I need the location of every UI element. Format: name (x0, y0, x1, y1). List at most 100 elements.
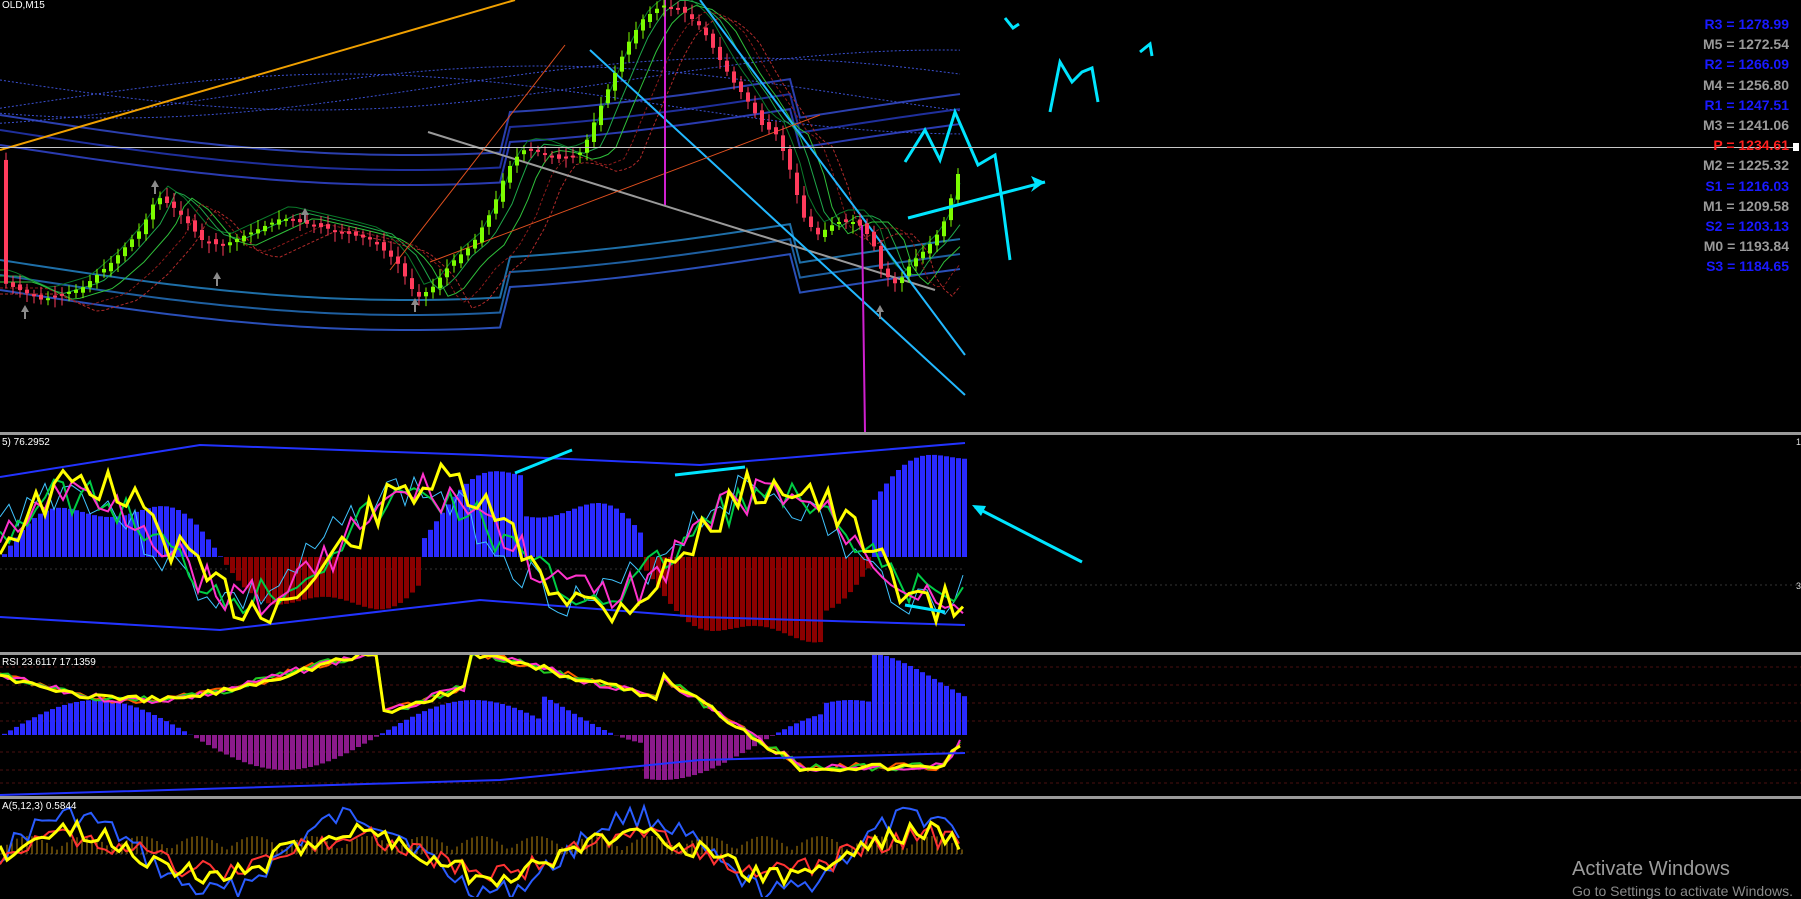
rsi-histogram-bar (122, 704, 127, 735)
rsi-histogram-bar (104, 700, 109, 735)
candle-body (319, 223, 323, 227)
rsi-histogram-bar (896, 661, 901, 735)
candle-body (592, 122, 596, 142)
pane1-histogram-bar (398, 557, 403, 603)
pane1-histogram-bar (890, 476, 895, 557)
pane1-histogram-bar (950, 457, 955, 557)
rsi-histogram-bar (230, 735, 235, 757)
oscillator-pane-1[interactable]: 5) 76.2952 1 3 (0, 435, 1801, 652)
candle-body (249, 232, 253, 234)
pivot-level-12: S3 = 1184.65 (1649, 259, 1789, 274)
oscillator-pane-3[interactable]: A(5,12,3) 0.5844 (0, 799, 1801, 897)
candle-body (711, 34, 715, 48)
candle-body (522, 150, 526, 154)
rsi-histogram-bar (710, 735, 715, 768)
rsi-histogram-bar (404, 720, 409, 735)
rsi-histogram-bar (572, 714, 577, 735)
rsi-histogram-bar (518, 710, 523, 735)
rsi-histogram-bar (914, 669, 919, 735)
candle-body (452, 260, 456, 266)
rsi-pane[interactable]: RSI 23.6117 17.1359 (0, 655, 1801, 796)
pane1-histogram-bar (440, 513, 445, 557)
pane1-histogram-bar (368, 557, 373, 608)
rsi-histogram-bar (38, 714, 43, 735)
candle-body (956, 174, 960, 200)
pivot-level-9: M1 = 1209.58 (1649, 199, 1789, 214)
pane1-histogram-bar (770, 557, 775, 629)
pane1-histogram-bar (470, 479, 475, 557)
signal-arrow-4 (876, 305, 884, 319)
pane1-histogram-bar (944, 456, 949, 557)
orange-trendline (0, 0, 515, 150)
rsi-histogram-bar (416, 714, 421, 735)
pane1-histogram-bar (560, 513, 565, 557)
candle-body (921, 252, 925, 259)
rsi-histogram-bar (50, 709, 55, 735)
pane1-histogram-bar (812, 557, 817, 642)
rsi-histogram-bar (482, 701, 487, 735)
candle-body (508, 166, 512, 183)
pane1-histogram-bar (704, 557, 709, 630)
pane1-histogram-bar (932, 455, 937, 557)
rsi-histogram-bar (680, 735, 685, 778)
rsi-histogram-bar (920, 672, 925, 735)
moving-average-2 (0, 6, 960, 300)
pane1-histogram-bar (50, 509, 55, 557)
rsi-histogram-bar (266, 735, 271, 769)
candle-body (291, 219, 295, 221)
projection-tick-2 (1140, 44, 1152, 56)
candle-body (18, 284, 22, 290)
pane1-histogram-bar (782, 557, 787, 633)
rsi-histogram-bar (692, 735, 697, 775)
candle-body (333, 230, 337, 232)
candle-body (529, 149, 533, 151)
pane1-histogram-bar (410, 557, 415, 593)
pane1-histogram-bar (818, 557, 823, 642)
candle-body (25, 290, 29, 294)
candle-body (116, 255, 120, 263)
pane1-histogram-bar (674, 557, 679, 611)
candle-body (186, 216, 190, 223)
candle-body (438, 278, 442, 289)
candle-body (746, 92, 750, 101)
rsi-histogram-bar (488, 701, 493, 735)
rsi-histogram-bar (788, 726, 793, 735)
candle-body (424, 292, 428, 296)
pane1-histogram-bar (236, 557, 241, 581)
candle-body (347, 231, 351, 234)
candle-body (256, 229, 260, 233)
rsi-histogram-bar (560, 707, 565, 735)
pane1-histogram-bar (218, 556, 223, 557)
pane1-histogram-bar (92, 515, 97, 557)
rsi-histogram-bar (62, 705, 67, 735)
pane1-histogram-bar (638, 533, 643, 557)
candle-body (690, 14, 694, 19)
rsi-histogram-bar (884, 656, 889, 735)
candle-body (88, 281, 92, 287)
pane1-histogram-bar (338, 557, 343, 599)
pane1-histogram-bar (764, 557, 769, 627)
pane1-histogram-bar (578, 506, 583, 557)
candle-body (417, 292, 421, 297)
pivot-level-10: S2 = 1203.13 (1649, 219, 1789, 234)
pane1-histogram-bar (884, 484, 889, 557)
rsi-histogram-bar (68, 703, 73, 735)
pane1-histogram-bar (110, 517, 115, 557)
rsi-histogram-bar (608, 733, 613, 735)
rsi-histogram-bar (98, 700, 103, 735)
rsi-histogram-bar (596, 727, 601, 735)
rsi-histogram-bar (116, 702, 121, 735)
candle-body (788, 149, 792, 170)
price-chart-pane[interactable]: OLD,M15 R3 = 1278.99M5 = 1272.54R2 = 126… (0, 0, 1801, 432)
candle-body (235, 239, 239, 242)
rsi-histogram-bar (944, 686, 949, 735)
rsi-histogram-bar (272, 735, 277, 769)
candle-body (46, 298, 50, 300)
pane1-histogram-bar (836, 557, 841, 604)
rsi-histogram-bar (638, 735, 643, 743)
candle-body (760, 110, 764, 125)
pane1-histogram-bar (620, 513, 625, 557)
rsi-histogram-bar (776, 732, 781, 735)
rsi-histogram-bar (668, 735, 673, 780)
pane1-histogram-bar (920, 456, 925, 557)
